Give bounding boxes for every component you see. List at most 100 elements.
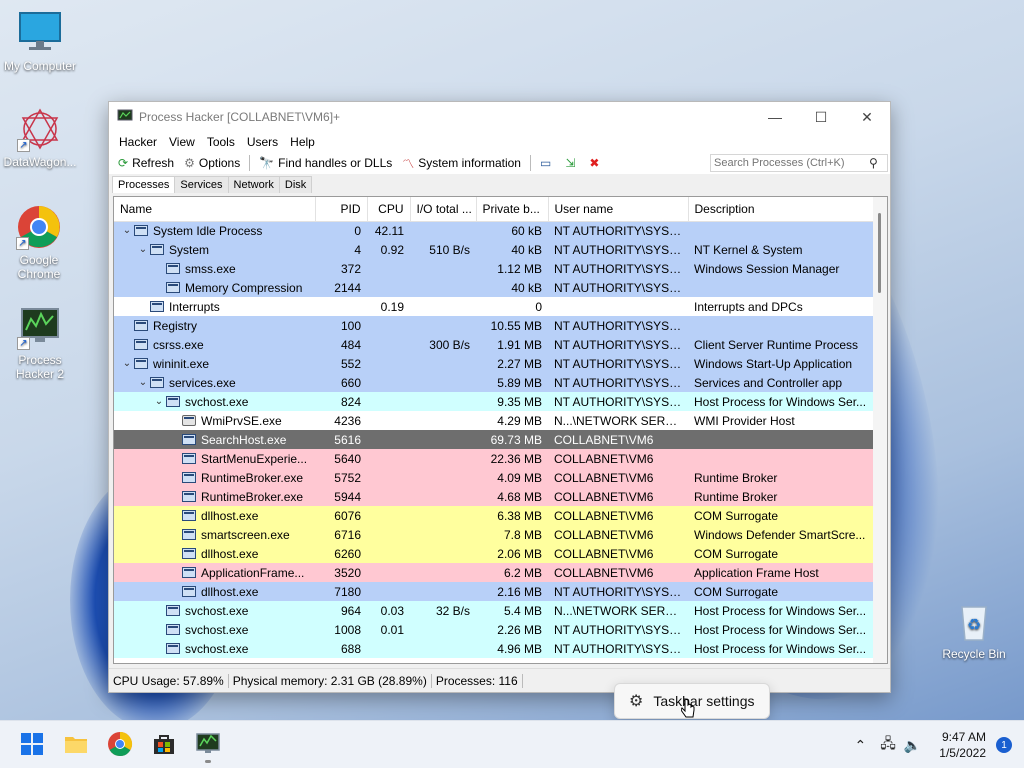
taskbar-microsoft-store[interactable] bbox=[151, 731, 177, 757]
process-tree-list[interactable]: Name PID CPU I/O total ... Private b... … bbox=[113, 196, 888, 664]
process-row[interactable]: dllhost.exe 7180 2.16 MB NT AUTHORITY\SYSTE… bbox=[114, 582, 874, 601]
title-bar[interactable]: Process Hacker [COLLABNET\VM6]+ — ☐ ✕ bbox=[109, 102, 890, 132]
menu-hacker[interactable]: Hacker bbox=[113, 135, 163, 149]
column-header-name[interactable]: Name bbox=[114, 197, 316, 222]
desktop-icon-my-computer[interactable]: My Computer bbox=[0, 10, 80, 73]
process-description: Windows Defender SmartScre... bbox=[694, 527, 866, 542]
expand-chevron-icon[interactable]: ⌄ bbox=[136, 377, 150, 388]
clock-time: 9:47 AM bbox=[941, 730, 986, 744]
start-button[interactable] bbox=[19, 731, 45, 757]
column-header-user-name[interactable]: User name bbox=[548, 197, 689, 222]
process-row[interactable]: smss.exe 372 1.12 MB NT AUTHORITY\SYSTEM Win… bbox=[114, 259, 874, 278]
taskbar-chrome[interactable] bbox=[107, 731, 133, 757]
maximize-button[interactable]: ☐ bbox=[798, 102, 844, 132]
column-header-io-total[interactable]: I/O total ... bbox=[410, 197, 477, 222]
process-name-cell: svchost.exe bbox=[114, 620, 315, 639]
search-processes-box[interactable]: ⚲ bbox=[710, 154, 888, 172]
column-header-pid[interactable]: PID bbox=[315, 197, 368, 222]
process-row[interactable]: ⌄ wininit.exe 552 2.27 MB NT AUTHORITY\SYSTE… bbox=[114, 354, 874, 373]
process-row[interactable]: StartMenuExperie... 5640 22.36 MB COLLABNET… bbox=[114, 449, 874, 468]
options-button[interactable]: ⚙ Options bbox=[179, 156, 245, 170]
process-row[interactable]: csrss.exe 484 300 B/s 1.91 MB NT AUTHORITY\S… bbox=[114, 335, 874, 354]
process-row[interactable]: RuntimeBroker.exe 5752 4.09 MB COLLABNET\VM… bbox=[114, 468, 874, 487]
process-row[interactable]: svchost.exe 964 0.03 32 B/s 5.4 MB N...\NETWO… bbox=[114, 601, 874, 620]
desktop-icon-recycle-bin[interactable]: ♻ Recycle Bin bbox=[934, 598, 1014, 661]
process-cpu: 0.01 bbox=[380, 622, 404, 637]
process-cpu bbox=[367, 316, 410, 335]
system-information-button[interactable]: 〽 System information bbox=[397, 155, 526, 172]
process-description bbox=[688, 449, 874, 468]
minimize-button[interactable]: — bbox=[752, 102, 798, 132]
tab-services[interactable]: Services bbox=[174, 176, 229, 193]
expand-chevron-icon[interactable]: ⌄ bbox=[136, 244, 150, 255]
refresh-button[interactable]: ⟳ Refresh bbox=[113, 156, 179, 170]
desktop-icon-datawagon[interactable]: ↗ DataWagon... bbox=[0, 106, 80, 169]
notification-badge[interactable]: 1 bbox=[996, 737, 1012, 753]
process-pid bbox=[315, 297, 367, 316]
process-row[interactable]: svchost.exe 1008 0.01 2.26 MB NT AUTHORITY\S… bbox=[114, 620, 874, 639]
process-name-cell: svchost.exe bbox=[114, 601, 315, 620]
process-row[interactable]: smartscreen.exe 6716 7.8 MB COLLABNET\VM6 Wi… bbox=[114, 525, 874, 544]
menu-view[interactable]: View bbox=[163, 135, 201, 149]
binoculars-icon: 🔭 bbox=[259, 156, 275, 170]
vertical-scrollbar[interactable] bbox=[873, 197, 887, 663]
process-row[interactable]: ⌄ System Idle Process 0 42.11 60 kB NT AUTHOR… bbox=[114, 221, 874, 240]
process-row[interactable]: svchost.exe 688 4.96 MB NT AUTHORITY\SYSTEM… bbox=[114, 639, 874, 658]
taskbar-process-hacker[interactable] bbox=[195, 731, 221, 763]
process-row[interactable]: Registry 100 10.55 MB NT AUTHORITY\SYSTEM bbox=[114, 316, 874, 335]
expand-chevron-icon[interactable]: ⌄ bbox=[120, 225, 134, 236]
process-row[interactable]: SearchHost.exe 5616 69.73 MB COLLABNET\VM6 bbox=[114, 430, 874, 449]
process-row[interactable]: ⌄ System 4 0.92 510 B/s 40 kB NT AUTHORITY\SYS… bbox=[114, 240, 874, 259]
column-header-cpu[interactable]: CPU bbox=[367, 197, 411, 222]
tab-network[interactable]: Network bbox=[227, 176, 280, 193]
speaker-icon[interactable]: 🔈 bbox=[904, 737, 921, 754]
find-handles-button[interactable]: 🔭 Find handles or DLLs bbox=[254, 156, 397, 170]
go-to-window-button[interactable]: ⇲ bbox=[560, 156, 584, 170]
process-io-total bbox=[410, 582, 476, 601]
process-user-name: N...\NETWORK SERVICE bbox=[554, 603, 688, 618]
process-name: smartscreen.exe bbox=[201, 527, 290, 542]
tab-disk[interactable]: Disk bbox=[278, 176, 313, 193]
process-row[interactable]: dllhost.exe 6076 6.38 MB COLLABNET\VM6 COM S… bbox=[114, 506, 874, 525]
menu-help[interactable]: Help bbox=[284, 135, 321, 149]
close-button[interactable]: ✕ bbox=[844, 102, 890, 132]
process-user-name: COLLABNET\VM6 bbox=[554, 470, 654, 485]
desktop-icon-google-chrome[interactable]: ↗ Google Chrome bbox=[0, 204, 78, 281]
clock[interactable]: 9:47 AM 1/5/2022 bbox=[939, 729, 986, 761]
desktop-icon-process-hacker[interactable]: ↗ Process Hacker 2 bbox=[0, 304, 80, 381]
chevron-up-icon[interactable]: ⌃ bbox=[854, 737, 866, 754]
process-name-cell: smss.exe bbox=[114, 259, 315, 278]
search-icon[interactable]: ⚲ bbox=[869, 156, 878, 170]
process-window-icon bbox=[182, 567, 196, 578]
taskbar-file-explorer[interactable] bbox=[63, 731, 89, 757]
scrollbar-thumb[interactable] bbox=[878, 213, 881, 293]
process-row[interactable]: Memory Compression 2144 40 kB NT AUTHORITY\… bbox=[114, 278, 874, 297]
tab-processes[interactable]: Processes bbox=[112, 176, 176, 193]
window-icon-button[interactable]: ▭ bbox=[535, 156, 560, 170]
column-header-private-bytes[interactable]: Private b... bbox=[476, 197, 549, 222]
process-user-name: NT AUTHORITY\SYSTEM bbox=[554, 584, 688, 599]
process-private-bytes: 10.55 MB bbox=[490, 318, 542, 333]
process-row[interactable]: ApplicationFrame... 3520 6.2 MB COLLABNET\V… bbox=[114, 563, 874, 582]
process-row[interactable]: ⌄ svchost.exe 824 9.35 MB NT AUTHORITY\SYSTE… bbox=[114, 392, 874, 411]
menu-tools[interactable]: Tools bbox=[201, 135, 241, 149]
expand-chevron-icon[interactable]: ⌄ bbox=[120, 358, 134, 369]
menu-users[interactable]: Users bbox=[241, 135, 284, 149]
expand-chevron-icon[interactable]: ⌄ bbox=[152, 396, 166, 407]
process-row[interactable]: WmiPrvSE.exe 4236 4.29 MB N...\NETWORK SERV… bbox=[114, 411, 874, 430]
taskbar-settings-menu-item[interactable]: Taskbar settings bbox=[653, 693, 754, 709]
column-header-description[interactable]: Description bbox=[688, 197, 875, 222]
shortcut-arrow-icon: ↗ bbox=[17, 139, 30, 152]
process-user-name: COLLABNET\VM6 bbox=[554, 489, 654, 504]
process-name: SearchHost.exe bbox=[201, 432, 287, 447]
process-user-name: COLLABNET\VM6 bbox=[554, 451, 654, 466]
process-row[interactable]: Interrupts 0.19 0 Interrupts and DPCs bbox=[114, 297, 874, 316]
process-row[interactable]: RuntimeBroker.exe 5944 4.68 MB COLLABNET\VM… bbox=[114, 487, 874, 506]
search-processes-input[interactable] bbox=[714, 157, 869, 169]
process-name-wrap: ⌄ wininit.exe bbox=[120, 357, 309, 371]
process-window-icon bbox=[134, 225, 148, 237]
process-row[interactable]: ⌄ services.exe 660 5.89 MB NT AUTHORITY\SYST… bbox=[114, 373, 874, 392]
terminate-button[interactable]: ✖ bbox=[584, 156, 608, 170]
network-icon[interactable]: 🖧 bbox=[880, 733, 896, 757]
process-row[interactable]: dllhost.exe 6260 2.06 MB COLLABNET\VM6 COM S… bbox=[114, 544, 874, 563]
